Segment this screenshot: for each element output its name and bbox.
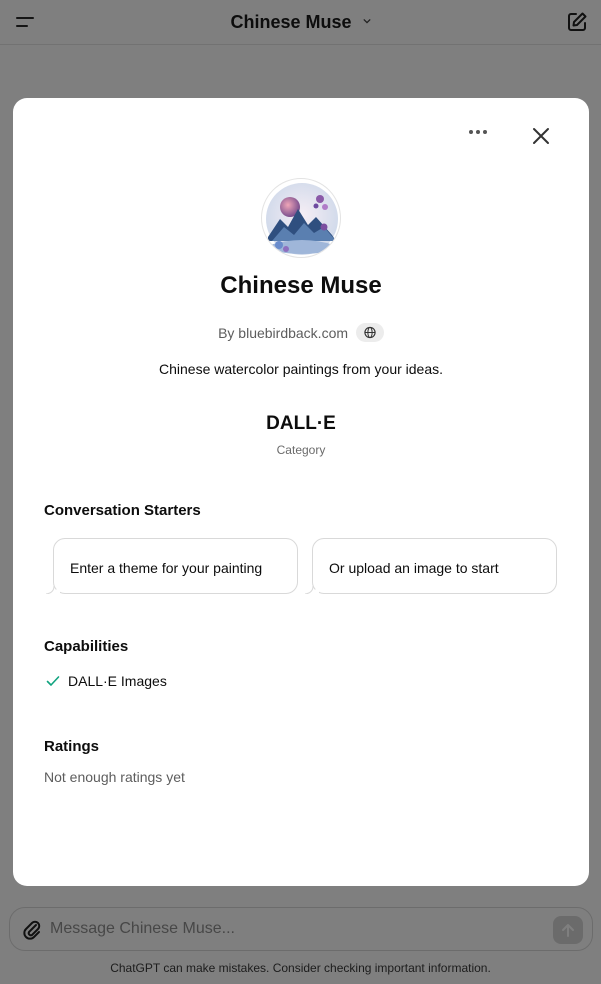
check-icon <box>46 676 60 686</box>
globe-icon <box>364 326 376 339</box>
byline-prefix: By <box>218 325 239 341</box>
byline: By bluebirdback.com <box>13 323 589 342</box>
conversation-starters-title: Conversation Starters <box>44 502 201 519</box>
category-label: Category <box>276 443 326 457</box>
starter-label: Enter a theme for your painting <box>70 560 263 576</box>
ratings-title: Ratings <box>44 738 100 755</box>
category-value: DALL·E <box>266 413 336 434</box>
more-icon[interactable] <box>466 122 490 142</box>
gpt-avatar <box>261 178 341 258</box>
gpt-name: Chinese Muse <box>220 272 382 299</box>
ratings-text: Not enough ratings yet <box>44 769 185 785</box>
starter-button[interactable]: Enter a theme for your painting <box>46 538 298 594</box>
capabilities-title: Capabilities <box>44 638 129 655</box>
website-button[interactable] <box>355 323 384 342</box>
starter-button[interactable]: Or upload an image to start <box>305 538 557 594</box>
gpt-description: Chinese watercolor paintings from your i… <box>158 361 444 377</box>
capability-label: DALL·E Images <box>68 673 167 689</box>
author-link[interactable]: bluebirdback.com <box>238 325 348 341</box>
close-icon[interactable] <box>529 124 553 148</box>
gpt-info-modal: Chinese Muse By bluebirdback.com Chinese… <box>13 98 589 886</box>
capability-item: DALL·E Images <box>46 673 167 689</box>
starter-label: Or upload an image to start <box>329 560 499 576</box>
